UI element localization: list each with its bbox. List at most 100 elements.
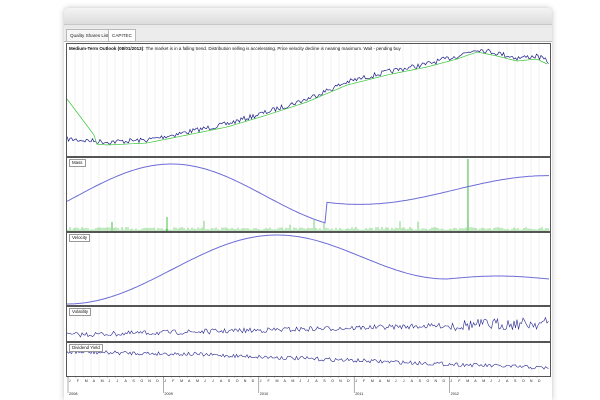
month-label: A (124, 379, 127, 383)
mass-panel-title: Mass (69, 159, 86, 167)
volatility-panel: Volatility (66, 306, 551, 342)
month-label: F (268, 379, 271, 383)
month-label: D (538, 379, 541, 383)
velocity-grid (74, 233, 540, 305)
month-label: O (140, 379, 143, 383)
month-label: F (77, 379, 80, 383)
month-label: O (236, 379, 239, 383)
month-label: A (379, 379, 382, 383)
month-label: O (522, 379, 525, 383)
year-label: 2009 (164, 392, 172, 396)
outlook-heading: Medium-Term Outlook (08/01/2013) (69, 46, 144, 51)
month-label: S (132, 379, 135, 383)
month-label: J (355, 379, 357, 383)
month-label: S (228, 379, 231, 383)
month-label: J (299, 379, 301, 383)
time-axis: 2008 J F M A M J J A S O N D 2009 J F M A M J J A S O N D 2010 J F M A… (66, 376, 551, 398)
month-label: A (188, 379, 191, 383)
month-label: A (411, 379, 414, 383)
price-panel: Medium-Term Outlook (08/01/2013): The ma… (66, 43, 551, 157)
month-label: D (156, 379, 159, 383)
month-label: F (172, 379, 175, 383)
mass-grid (74, 158, 540, 231)
month-label: J (395, 379, 397, 383)
month-label: M (196, 379, 199, 383)
time-axis-labels: 2008J F M A M J J A S O N D2009J F M A M J J A S O N D2010J F M A… (67, 376, 541, 396)
velocity-panel: Velocity (66, 232, 551, 306)
mass-chart (67, 158, 549, 231)
dividend-panel-title: Dividend Yield (69, 344, 103, 352)
year-label: 2010 (260, 392, 268, 396)
month-label: A (93, 379, 96, 383)
volatility-line (67, 316, 549, 338)
volume-bars (67, 159, 549, 231)
month-label: M (101, 379, 104, 383)
month-label: O (427, 379, 430, 383)
mass-line (67, 163, 549, 224)
month-label: N (339, 379, 342, 383)
price-chart (67, 44, 549, 156)
month-label: M (180, 379, 183, 383)
month-label: S (514, 379, 517, 383)
month-label: S (419, 379, 422, 383)
velocity-chart (67, 233, 550, 305)
dividend-panel: Dividend Yield (66, 342, 551, 377)
month-label: J (117, 379, 119, 383)
volatility-grid (74, 307, 540, 341)
dividend-chart (67, 343, 549, 376)
mass-panel: Mass (66, 157, 551, 232)
tab-bar: Quality Shares List CAPITEC (64, 28, 552, 42)
year-label: 2011 (355, 392, 363, 396)
month-label: J (307, 379, 309, 383)
year-label: 2008 (69, 392, 77, 396)
month-label: F (458, 379, 461, 383)
month-label: J (490, 379, 492, 383)
month-label: A (315, 379, 318, 383)
month-label: N (148, 379, 151, 383)
month-label: D (347, 379, 350, 383)
month-label: A (506, 379, 509, 383)
month-label: J (260, 379, 262, 383)
chart-area: Medium-Term Outlook (08/01/2013): The ma… (64, 42, 552, 400)
dividend-grid (74, 343, 540, 376)
month-label: M (276, 379, 279, 383)
month-label: J (498, 379, 500, 383)
outlook-description: : The market is in a falling trend. Dist… (143, 46, 401, 51)
volatility-panel-title: Volatility (69, 308, 92, 316)
month-label: M (482, 379, 485, 383)
month-label: F (363, 379, 366, 383)
month-label: J (164, 379, 166, 383)
month-label: J (403, 379, 405, 383)
window-titlebar (64, 8, 552, 25)
month-label: J (109, 379, 111, 383)
month-label: A (220, 379, 223, 383)
application-window: Quality Shares List CAPITEC Medium-Term … (64, 8, 552, 400)
velocity-panel-title: Velocity (69, 234, 91, 242)
month-label: J (212, 379, 214, 383)
dividend-line (67, 350, 549, 370)
month-label: O (331, 379, 334, 383)
month-label: M (387, 379, 390, 383)
month-label: M (291, 379, 294, 383)
outlook-text: Medium-Term Outlook (08/01/2013): The ma… (69, 45, 401, 52)
month-label: D (442, 379, 445, 383)
month-label: N (435, 379, 438, 383)
year-label: 2012 (451, 392, 459, 396)
tab-quality-shares-list[interactable]: Quality Shares List (66, 29, 113, 41)
month-label: J (450, 379, 452, 383)
month-label: M (85, 379, 88, 383)
month-label: A (474, 379, 477, 383)
volatility-chart (67, 307, 549, 341)
tab-capitec[interactable]: CAPITEC (108, 29, 136, 41)
month-label: S (323, 379, 326, 383)
month-label: J (204, 379, 206, 383)
price-line (67, 48, 549, 145)
month-label: M (466, 379, 469, 383)
month-label: D (252, 379, 255, 383)
month-label: M (371, 379, 374, 383)
month-label: J (69, 379, 71, 383)
month-label: N (244, 379, 247, 383)
month-label: N (530, 379, 533, 383)
velocity-line (67, 234, 550, 305)
month-label: A (283, 379, 286, 383)
